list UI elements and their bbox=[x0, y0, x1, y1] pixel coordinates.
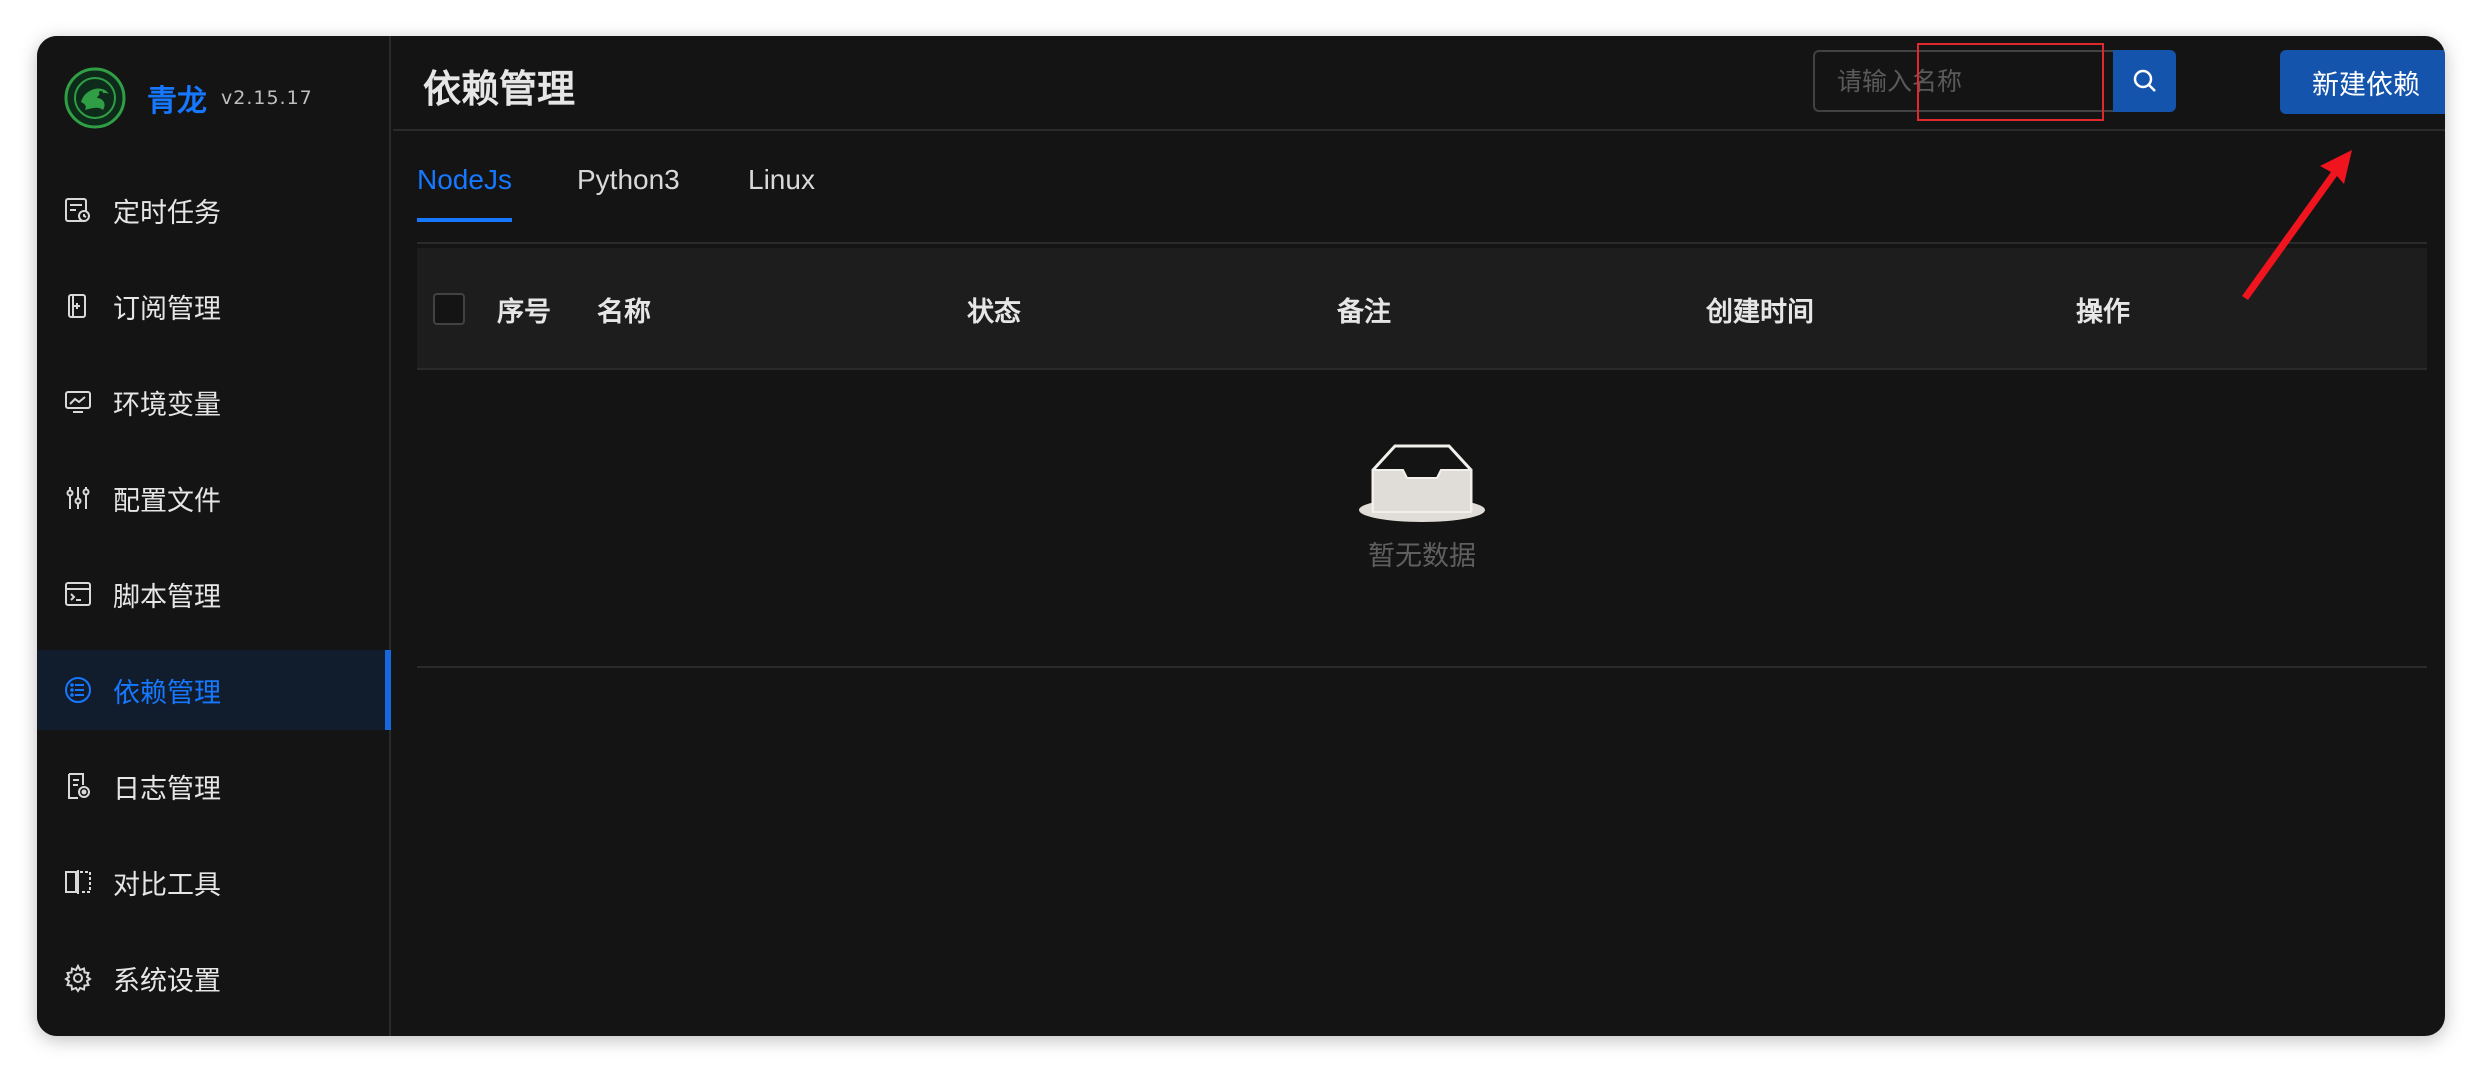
column-header-name: 名称 bbox=[597, 297, 651, 328]
sidebar-item-env-vars[interactable]: 环境变量 bbox=[37, 362, 391, 442]
sidebar-item-label: 日志管理 bbox=[113, 773, 221, 805]
qinglong-logo-icon bbox=[64, 67, 126, 129]
app-name: 青龙 bbox=[147, 84, 207, 119]
app-version: v2.15.17 bbox=[221, 87, 313, 109]
page-header: 依赖管理 新建依赖 bbox=[393, 36, 2445, 131]
diff-icon bbox=[65, 870, 91, 894]
annotation-arrow-icon bbox=[2242, 150, 2352, 300]
sliders-icon bbox=[66, 487, 90, 509]
sidebar-item-settings[interactable]: 系统设置 bbox=[37, 938, 391, 1018]
select-all-checkbox[interactable] bbox=[433, 293, 465, 325]
sidebar-item-label: 配置文件 bbox=[113, 485, 221, 517]
log-file-icon bbox=[68, 773, 90, 799]
annotation-highlight-box bbox=[1917, 43, 2104, 121]
sidebar-item-label: 系统设置 bbox=[113, 965, 221, 997]
search-icon bbox=[2133, 69, 2156, 92]
column-header-created-time: 创建时间 bbox=[1706, 297, 1814, 328]
dependency-table: 序号 名称 状态 备注 创建时间 操作 暂无数据 bbox=[417, 248, 2427, 668]
sidebar-item-scripts[interactable]: 脚本管理 bbox=[37, 554, 391, 634]
empty-text: 暂无数据 bbox=[1368, 541, 1476, 572]
empty-state: 暂无数据 bbox=[417, 440, 2427, 573]
page-title: 依赖管理 bbox=[423, 67, 576, 111]
column-header-status: 状态 bbox=[967, 297, 1021, 328]
sidebar-item-subscriptions[interactable]: 订阅管理 bbox=[37, 266, 391, 346]
brand: 青龙 v2.15.17 bbox=[63, 66, 313, 130]
tab-nodejs[interactable]: NodeJs bbox=[417, 164, 512, 222]
search-button[interactable] bbox=[2113, 50, 2176, 112]
list-icon bbox=[65, 677, 91, 703]
table-header: 序号 名称 状态 备注 创建时间 操作 bbox=[417, 248, 2427, 370]
sidebar-item-logs[interactable]: 日志管理 bbox=[37, 746, 391, 826]
sidebar-item-label: 依赖管理 bbox=[113, 677, 221, 709]
sidebar-item-label: 订阅管理 bbox=[113, 293, 221, 325]
sidebar-item-label: 环境变量 bbox=[113, 389, 221, 421]
tab-linux[interactable]: Linux bbox=[748, 164, 815, 218]
column-header-index: 序号 bbox=[497, 297, 551, 328]
sidebar: 青龙 v2.15.17 定时任务 订阅管理 环境变量 配置文件 脚本管理 依赖管… bbox=[37, 36, 391, 1036]
gear-icon bbox=[64, 963, 92, 993]
calendar-clock-icon bbox=[65, 198, 90, 222]
sidebar-item-label: 对比工具 bbox=[113, 869, 221, 901]
sidebar-item-diff-tool[interactable]: 对比工具 bbox=[37, 842, 391, 922]
column-header-actions: 操作 bbox=[2076, 297, 2130, 328]
sidebar-menu: 定时任务 订阅管理 环境变量 配置文件 脚本管理 依赖管理 日志管理 对比工具 … bbox=[37, 170, 391, 1034]
terminal-icon bbox=[65, 582, 91, 606]
language-tabs: NodeJs Python3 Linux bbox=[417, 132, 2427, 244]
sidebar-item-cron-tasks[interactable]: 定时任务 bbox=[37, 170, 391, 250]
empty-inbox-icon bbox=[1359, 444, 1485, 522]
sidebar-item-label: 定时任务 bbox=[113, 197, 221, 229]
sidebar-item-config-files[interactable]: 配置文件 bbox=[37, 458, 391, 538]
subscription-icon bbox=[68, 294, 86, 318]
sidebar-item-label: 脚本管理 bbox=[113, 581, 221, 613]
column-header-remark: 备注 bbox=[1337, 297, 1391, 328]
app-window: 青龙 v2.15.17 定时任务 订阅管理 环境变量 配置文件 脚本管理 依赖管… bbox=[37, 36, 2445, 1036]
new-dependency-button[interactable]: 新建依赖 bbox=[2280, 50, 2445, 114]
monitor-icon bbox=[65, 391, 91, 413]
tab-python3[interactable]: Python3 bbox=[577, 164, 680, 218]
sidebar-item-dependencies[interactable]: 依赖管理 bbox=[37, 650, 391, 730]
